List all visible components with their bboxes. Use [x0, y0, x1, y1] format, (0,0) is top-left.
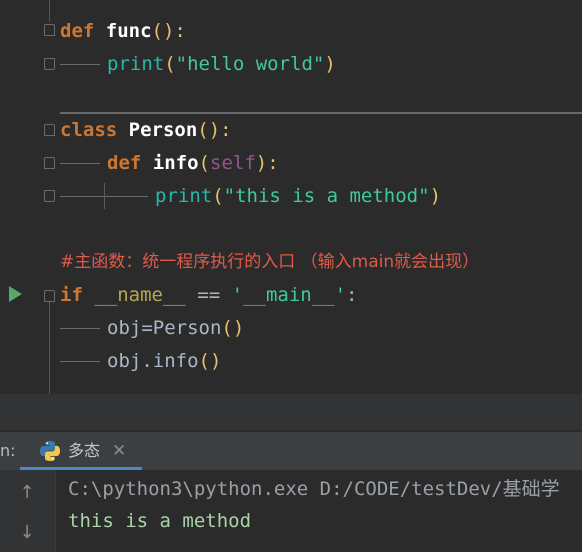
paren: ): — [255, 152, 279, 174]
keyword: def — [107, 152, 142, 174]
keyword: if — [60, 284, 83, 306]
operator: == — [185, 284, 232, 306]
code-line: print("this is a method") — [0, 180, 582, 213]
code-line: def info(self): — [0, 147, 582, 180]
code-line: if __name__ == '__main__': — [0, 279, 582, 312]
keyword: def — [60, 20, 95, 42]
run-console[interactable]: ↑ ↓ C:\python3\python.exe D:/CODE/testDe… — [0, 470, 582, 552]
paren: (): — [197, 119, 232, 141]
string: "hello world" — [175, 53, 325, 75]
function-name: info — [152, 152, 199, 174]
builtin: print — [155, 185, 213, 207]
string: '__main__' — [231, 284, 347, 306]
run-label: n: — [0, 441, 16, 460]
python-icon — [40, 441, 60, 461]
code-line: #主函数：统一程序执行的入口 （输入main就会出现） — [0, 246, 582, 279]
colon: : — [346, 284, 358, 306]
code-line: print("hello world") — [0, 48, 582, 81]
code-editor[interactable]: def func(): print("hello world") class P… — [0, 0, 582, 394]
code-line: class Person(): — [0, 114, 582, 147]
paren: () — [198, 350, 222, 372]
paren: (): — [151, 20, 186, 42]
arrow-up-icon[interactable]: ↑ — [16, 482, 38, 504]
code-line: obj=Person() — [0, 312, 582, 345]
tab-label: 多态 — [68, 441, 101, 460]
self-param: self — [210, 152, 256, 174]
variable: obj.info — [107, 350, 199, 372]
string: "this is a method" — [223, 185, 430, 207]
paren: ( — [212, 185, 224, 207]
console-output: this is a method — [68, 510, 252, 532]
console-toolbar: ↑ ↓ — [0, 470, 56, 552]
keyword: class — [60, 119, 118, 141]
editor-bottom-strip — [0, 394, 582, 430]
function-name: func — [105, 20, 152, 42]
console-command: C:\python3\python.exe D:/CODE/testDev/基础… — [68, 478, 560, 500]
class-name: Person — [152, 317, 222, 339]
close-icon[interactable]: ✕ — [112, 432, 126, 470]
builtin: print — [107, 53, 165, 75]
run-tab-bar: n: 多态 ✕ — [0, 432, 582, 470]
dunder-name: __name__ — [94, 284, 186, 306]
paren: () — [221, 317, 245, 339]
paren: ( — [164, 53, 176, 75]
variable: obj — [107, 317, 142, 339]
tab-run-config[interactable]: 多态 ✕ — [20, 432, 142, 470]
paren: ) — [324, 53, 336, 75]
comment: #主函数：统一程序执行的入口 （输入main就会出现） — [60, 252, 480, 272]
code-line: def func(): — [0, 15, 582, 48]
code-line: obj.info() — [0, 345, 582, 378]
paren: ) — [429, 185, 442, 207]
operator: = — [141, 317, 153, 339]
class-name: Person — [128, 119, 198, 141]
paren: ( — [198, 152, 210, 174]
arrow-down-icon[interactable]: ↓ — [16, 522, 38, 544]
